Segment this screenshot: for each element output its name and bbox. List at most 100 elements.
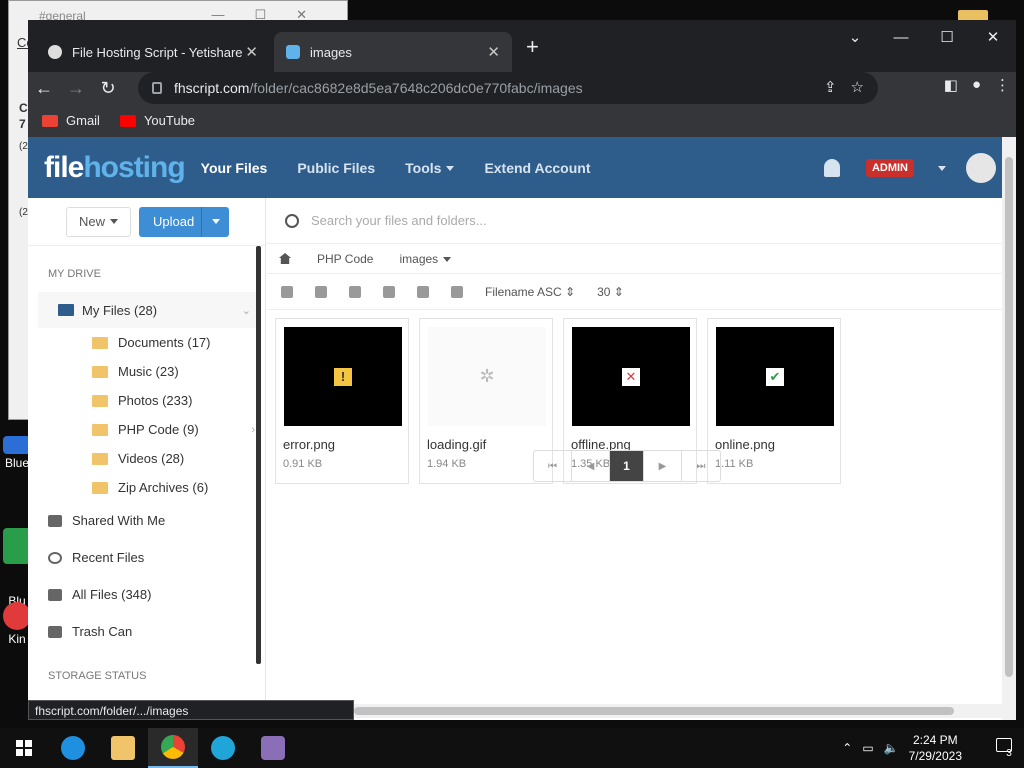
download-icon[interactable]	[281, 285, 293, 298]
site-logo[interactable]: filehosting	[44, 151, 186, 185]
search-placeholder: Search your files and folders...	[311, 213, 487, 228]
next-page-icon[interactable]: ▶	[644, 451, 682, 481]
start-button[interactable]	[0, 740, 48, 756]
file-card-online[interactable]: ✔ online.png 1.11 KB	[707, 318, 841, 484]
main-nav: Your Files Public Files Tools Extend Acc…	[201, 160, 591, 176]
horizontal-scrollbar[interactable]	[354, 704, 1016, 718]
file-name: loading.gif	[427, 437, 487, 452]
reload-icon[interactable]: ↻	[92, 78, 124, 99]
home-icon[interactable]	[279, 253, 291, 264]
taskbar-edge[interactable]	[198, 728, 248, 768]
new-tab-button[interactable]: +	[526, 34, 539, 60]
clock[interactable]: 2:24 PM 7/29/2023	[909, 732, 962, 764]
folder-icon	[92, 452, 108, 465]
tab-images[interactable]: images ✕	[274, 32, 512, 72]
admin-badge[interactable]: ADMIN	[865, 159, 914, 177]
minimize-icon[interactable]: —	[878, 24, 924, 52]
clock-date: 7/29/2023	[908, 749, 962, 763]
list-view-icon[interactable]	[417, 285, 429, 298]
bell-icon[interactable]	[823, 159, 840, 177]
file-name: online.png	[715, 437, 775, 452]
lock-icon[interactable]	[152, 82, 162, 94]
menu-dots-icon[interactable]: ⋮	[995, 76, 1010, 94]
sidebar-item-trash[interactable]: Trash Can	[28, 613, 265, 650]
share-icon[interactable]: ⇪	[824, 78, 837, 96]
per-page-select[interactable]: 30 ⇕	[597, 285, 624, 299]
prev-page-icon[interactable]: ◀	[572, 451, 610, 481]
web-page: filehosting Your Files Public Files Tool…	[28, 137, 1016, 720]
bookmark-gmail[interactable]: Gmail	[42, 113, 100, 128]
page-current[interactable]: 1	[610, 451, 644, 481]
side-panel-icon[interactable]: ◧	[944, 76, 958, 94]
sidebar-item-music[interactable]: Music (23)	[28, 357, 265, 386]
sort-select[interactable]: Filename ASC ⇕	[485, 285, 575, 299]
trash-icon[interactable]	[383, 285, 395, 298]
taskbar-ie[interactable]	[48, 728, 98, 768]
share-icon[interactable]	[315, 285, 327, 298]
link-icon[interactable]	[349, 285, 361, 298]
chevron-up-icon[interactable]: ⌃	[842, 741, 852, 755]
sidebar-item-videos[interactable]: Videos (28)	[28, 444, 265, 473]
cloud-favicon-icon	[286, 45, 300, 59]
tab-strip: File Hosting Script - Yetishare ✕ images…	[28, 20, 1016, 72]
scrollbar-thumb[interactable]	[1005, 157, 1013, 677]
nav-extend-account[interactable]: Extend Account	[484, 160, 590, 176]
network-icon[interactable]: ▭	[862, 741, 873, 755]
forward-arrow-icon[interactable]: →	[60, 78, 92, 99]
sidebar-item-zip-archives[interactable]: Zip Archives (6)	[28, 473, 265, 502]
chevron-right-icon[interactable]: ›	[251, 424, 255, 436]
nav-your-files[interactable]: Your Files	[201, 160, 268, 176]
sidebar-item-my-files[interactable]: My Files (28) ⌄	[38, 292, 261, 328]
clock-icon	[48, 551, 62, 564]
file-card-error[interactable]: ! error.png 0.91 KB	[275, 318, 409, 484]
sidebar-scrollbar[interactable]	[256, 246, 261, 664]
search-input[interactable]: Search your files and folders...	[267, 198, 1002, 244]
sidebar-item-label: My Files (28)	[82, 302, 158, 318]
sidebar-item-documents[interactable]: Documents (17)	[28, 328, 265, 357]
chevron-down-icon[interactable]: ⌄	[242, 304, 251, 317]
profile-icon[interactable]: ●	[972, 76, 981, 94]
sidebar-item-photos[interactable]: Photos (233)	[28, 386, 265, 415]
breadcrumb-php-code[interactable]: PHP Code	[317, 252, 373, 266]
bookmark-star-icon[interactable]: ☆	[851, 78, 864, 96]
scrollbar-thumb[interactable]	[354, 707, 954, 715]
upload-button[interactable]: Upload	[139, 206, 230, 237]
sidebar-item-label: Trash Can	[72, 624, 133, 639]
page-scrollbar[interactable]	[1002, 137, 1016, 720]
taskbar-app[interactable]	[248, 728, 298, 768]
yetishare-favicon-icon	[48, 45, 62, 59]
tab-close-icon[interactable]: ✕	[487, 43, 500, 61]
maximize-icon[interactable]: ☐	[924, 24, 970, 52]
tab-search-icon[interactable]: ⌄	[832, 24, 878, 52]
volume-icon[interactable]: 🔈	[884, 741, 899, 755]
caret-down-icon	[110, 219, 119, 224]
close-window-icon[interactable]: ✕	[970, 24, 1016, 52]
address-bar[interactable]: fhscript.com /folder/cac8682e8d5ea7648c2…	[138, 72, 878, 104]
pagination: ⏮ ◀ 1 ▶ ⏭	[533, 450, 721, 482]
upload-dropdown-icon[interactable]	[201, 206, 229, 237]
sidebar-item-all-files[interactable]: All Files (348)	[28, 576, 265, 613]
fullscreen-icon[interactable]	[451, 285, 463, 298]
tab-yetishare[interactable]: File Hosting Script - Yetishare ✕	[36, 32, 270, 72]
notification-button[interactable]: 3	[984, 737, 1024, 759]
sidebar-item-shared[interactable]: Shared With Me	[28, 502, 265, 539]
breadcrumb-images[interactable]: images	[399, 252, 452, 266]
nav-public-files[interactable]: Public Files	[297, 160, 375, 176]
back-arrow-icon[interactable]: ←	[28, 78, 60, 99]
sidebar-item-php-code[interactable]: PHP Code (9) ›	[28, 415, 265, 444]
tab-close-icon[interactable]: ✕	[245, 43, 258, 61]
new-button[interactable]: New	[66, 206, 132, 237]
caret-down-icon	[211, 219, 220, 224]
last-page-icon[interactable]: ⏭	[682, 451, 720, 481]
nav-tools[interactable]: Tools	[405, 160, 455, 176]
bookmark-youtube[interactable]: YouTube	[119, 113, 195, 128]
account-caret-icon[interactable]	[938, 165, 946, 171]
folder-icon	[92, 365, 108, 378]
sidebar-item-recent[interactable]: Recent Files	[28, 539, 265, 576]
taskbar-chrome[interactable]	[148, 728, 198, 768]
folder-icon	[92, 336, 108, 349]
avatar[interactable]	[966, 153, 996, 183]
taskbar-explorer[interactable]	[98, 728, 148, 768]
new-button-label: New	[79, 214, 106, 229]
first-page-icon[interactable]: ⏮	[534, 451, 572, 481]
